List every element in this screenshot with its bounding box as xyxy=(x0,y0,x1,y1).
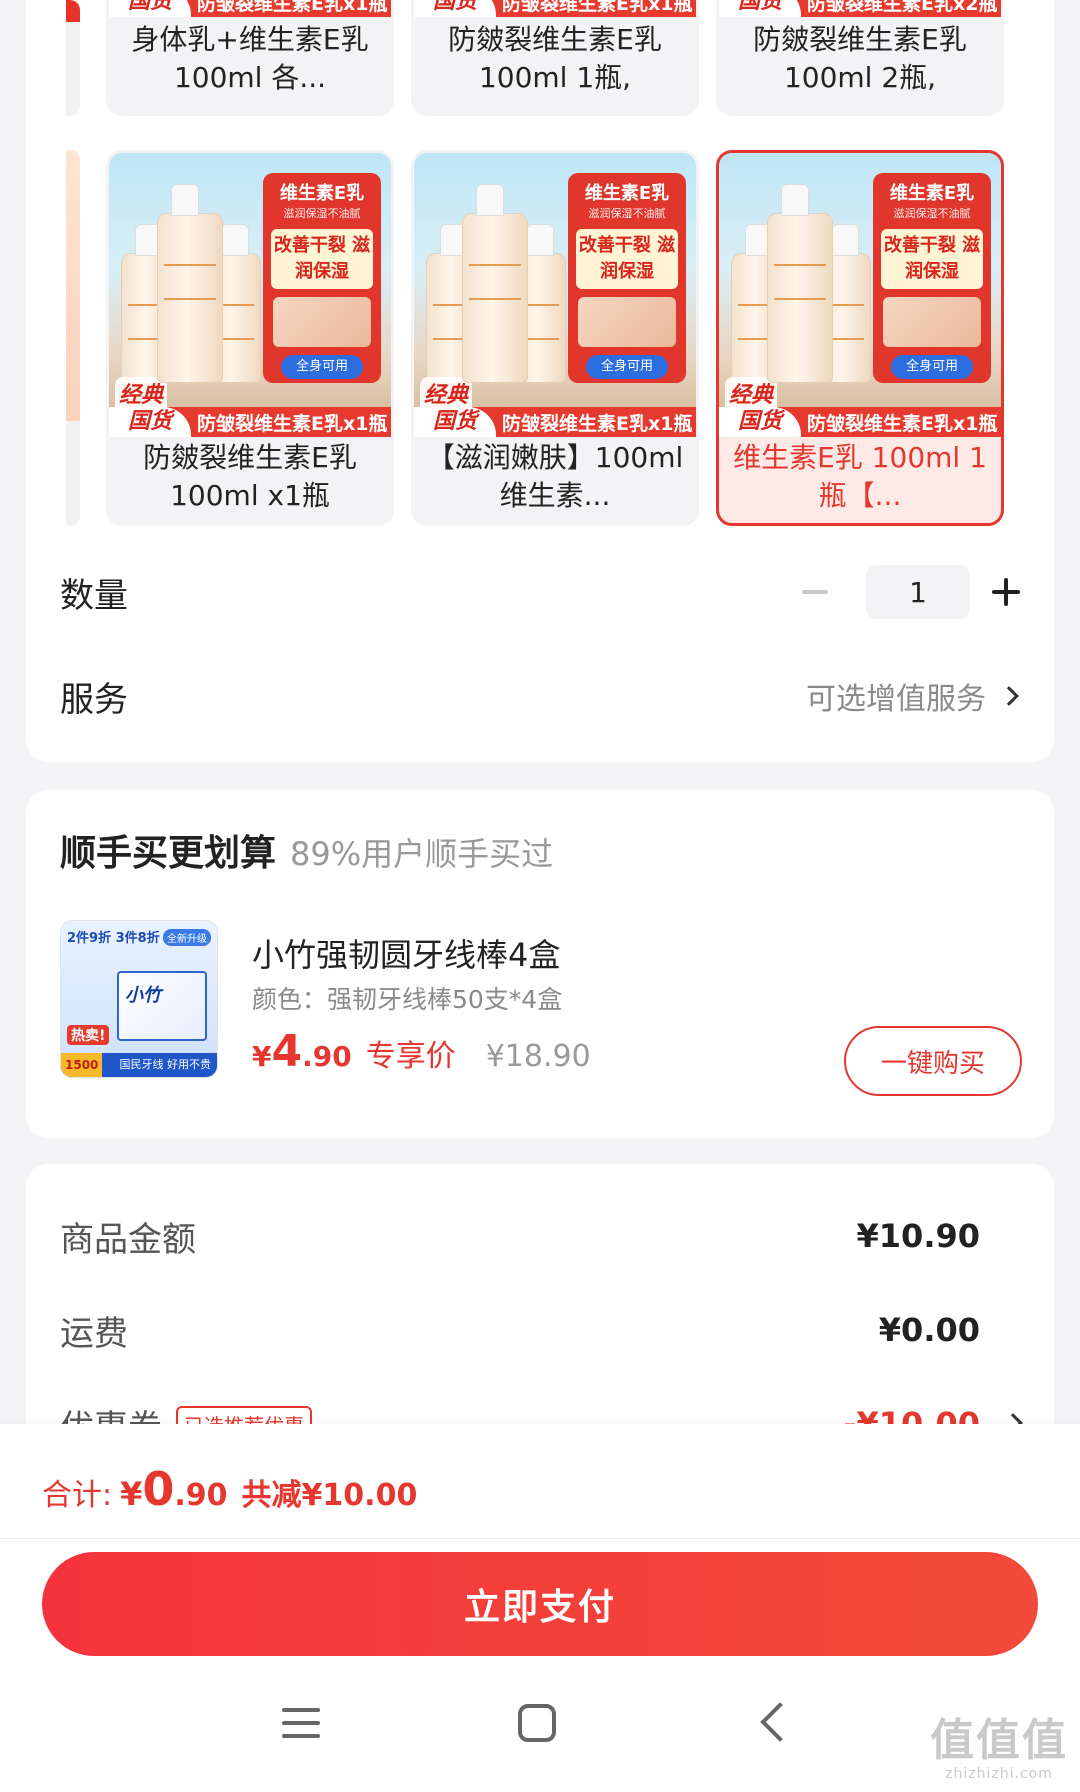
goods-amount: ¥10.90 xyxy=(856,1217,980,1255)
coupon-amount: -¥10.00 xyxy=(843,1405,980,1424)
addon-product-image[interactable]: 2件9折 3件8折 全新升级 小竹 热卖! 1500 国民牙线 好用不贵 xyxy=(60,920,218,1078)
variant-row-top: 国货 防皱裂维生素E乳x1瓶 身体乳+维生素E乳 100ml 各... 国货 防… xyxy=(26,0,1054,118)
back-icon[interactable] xyxy=(760,1702,800,1742)
one-click-buy-button[interactable]: 一键购买 xyxy=(844,1026,1022,1096)
bottle-image xyxy=(462,184,528,383)
addon-product-spec: 颜色：强韧牙线棒50支*4盒 xyxy=(252,985,563,1014)
coupon-row[interactable]: 优惠券 已选推荐优惠 -¥10.00 xyxy=(60,1396,1023,1424)
variant-card: 国货 防皱裂维生素E乳x1瓶 身体乳+维生素E乳 100ml 各... 国货 防… xyxy=(26,0,1054,762)
pay-now-button[interactable]: 立即支付 xyxy=(42,1552,1038,1656)
variant-option[interactable]: 维生素E乳 滋润保湿不油腻 改善干裂 滋润保湿 全身可用 经典 国货 防皱裂维生素… xyxy=(411,150,699,526)
product-image: 维生素E乳 滋润保湿不油腻 改善干裂 滋润保湿 全身可用 xyxy=(109,153,391,409)
service-value: 可选增值服务 xyxy=(806,682,986,717)
shipping-row: 运费 ¥0.00 xyxy=(60,1311,980,1354)
variant-title: 防皴裂维生素E乳 100ml x1瓶 xyxy=(143,441,357,512)
shipping-amount: ¥0.00 xyxy=(878,1311,980,1349)
variant-option[interactable]: 国货 防皱裂维生素E乳x1瓶 防皴裂维生素E乳 100ml 1瓶, xyxy=(411,0,699,116)
variant-option-partial[interactable] xyxy=(66,150,80,526)
bottle-image xyxy=(157,184,223,383)
service-row[interactable]: 服务 可选增值服务 xyxy=(60,668,1020,724)
addon-title: 顺手买更划算 xyxy=(60,833,277,874)
skin-image xyxy=(578,297,676,347)
minus-icon[interactable] xyxy=(802,590,828,594)
chevron-right-icon xyxy=(1003,1413,1023,1424)
menu-icon[interactable] xyxy=(282,1708,320,1738)
product-image: 维生素E乳 滋润保湿不油腻 改善干裂 滋润保湿 全身可用 xyxy=(414,153,696,409)
bottle-image xyxy=(767,184,833,383)
checkout-bar: 合计: ¥ 0 .90 共减¥10.00 立即支付 xyxy=(0,1424,1080,1676)
variant-option[interactable]: 国货 防皱裂维生素E乳x1瓶 身体乳+维生素E乳 100ml 各... xyxy=(106,0,394,116)
variant-option-selected[interactable]: 维生素E乳 滋润保湿不油腻 改善干裂 滋润保湿 全身可用 经典 国货 防皱裂维生素… xyxy=(716,150,1004,526)
variant-title: 【滋润嫩肤】100ml 维生素... xyxy=(426,441,684,512)
service-label: 服务 xyxy=(60,679,128,720)
variant-option[interactable]: 国货 防皱裂维生素E乳x2瓶 防皴裂维生素E乳 100ml 2瓶, xyxy=(716,0,1004,116)
variant-tag: 经典 国货 防皱裂维生素E乳x1瓶 xyxy=(109,377,391,437)
quantity-row: 数量 1 xyxy=(60,564,1020,620)
quantity-label: 数量 xyxy=(60,575,128,616)
addon-header: 顺手买更划算 89%用户顺手买过 xyxy=(60,824,553,876)
addon-price: ¥ 4 .90 专享价 ¥18.90 xyxy=(252,1026,591,1077)
price-summary-card: 商品金额 ¥10.90 运费 ¥0.00 优惠券 已选推荐优惠 -¥10.00 xyxy=(26,1164,1054,1424)
variant-option-partial[interactable] xyxy=(66,0,80,116)
skin-image xyxy=(273,297,371,347)
variant-row-main: 维生素E乳 滋润保湿不油腻 改善干裂 滋润保湿 全身可用 经典 国货 防皱裂维生素… xyxy=(26,150,1054,528)
promo-panel: 维生素E乳 滋润保湿不油腻 改善干裂 滋润保湿 全身可用 xyxy=(263,173,381,383)
variant-title: 身体乳+维生素E乳 100ml 各... xyxy=(131,23,369,94)
quantity-input[interactable]: 1 xyxy=(866,565,970,619)
exclusive-price-tag: 专享价 xyxy=(365,1039,456,1074)
variant-tag: 国货 防皱裂维生素E乳x1瓶 xyxy=(414,0,696,17)
addon-subtitle: 89%用户顺手买过 xyxy=(290,835,554,873)
variant-title: 防皴裂维生素E乳 100ml 2瓶, xyxy=(753,23,967,94)
variant-tag: 国货 防皱裂维生素E乳x1瓶 xyxy=(109,0,391,17)
home-icon[interactable] xyxy=(518,1704,556,1742)
variant-tag: 国货 防皱裂维生素E乳x2瓶 xyxy=(719,0,1001,17)
variant-tag: 经典 国货 防皱裂维生素E乳x1瓶 xyxy=(719,377,1001,437)
goods-amount-row: 商品金额 ¥10.90 xyxy=(60,1217,980,1260)
system-nav-bar: 值值值 zhizhizhi.com xyxy=(0,1676,1080,1792)
coupon-chip: 已选推荐优惠 xyxy=(176,1405,312,1424)
addon-product-name[interactable]: 小竹强韧圆牙线棒4盒 xyxy=(252,930,560,976)
divider xyxy=(0,1538,1080,1539)
variant-title: 维生素E乳 100ml 1瓶【... xyxy=(733,441,987,512)
variant-option[interactable]: 维生素E乳 滋润保湿不油腻 改善干裂 滋润保湿 全身可用 经典 国货 防皱裂维生素… xyxy=(106,150,394,526)
promo-panel: 维生素E乳 滋润保湿不油腻 改善干裂 滋润保湿 全身可用 xyxy=(873,173,991,383)
watermark-logo: 值值值 zhizhizhi.com xyxy=(930,1715,1068,1783)
product-image: 维生素E乳 滋润保湿不油腻 改善干裂 滋润保湿 全身可用 xyxy=(719,153,1001,409)
plus-icon[interactable] xyxy=(992,578,1020,606)
skin-image xyxy=(883,297,981,347)
total-saved: 共减¥10.00 xyxy=(241,1478,418,1513)
original-price: ¥18.90 xyxy=(485,1039,591,1074)
quantity-stepper: 1 xyxy=(802,565,1020,619)
total-line: 合计: ¥ 0 .90 共减¥10.00 xyxy=(42,1462,418,1516)
promo-panel: 维生素E乳 滋润保湿不油腻 改善干裂 滋润保湿 全身可用 xyxy=(568,173,686,383)
addon-card: 顺手买更划算 89%用户顺手买过 2件9折 3件8折 全新升级 小竹 热卖! 1… xyxy=(26,790,1054,1138)
chevron-right-icon xyxy=(999,686,1019,706)
variant-title: 防皴裂维生素E乳 100ml 1瓶, xyxy=(448,23,662,94)
variant-tag: 经典 国货 防皱裂维生素E乳x1瓶 xyxy=(414,377,696,437)
